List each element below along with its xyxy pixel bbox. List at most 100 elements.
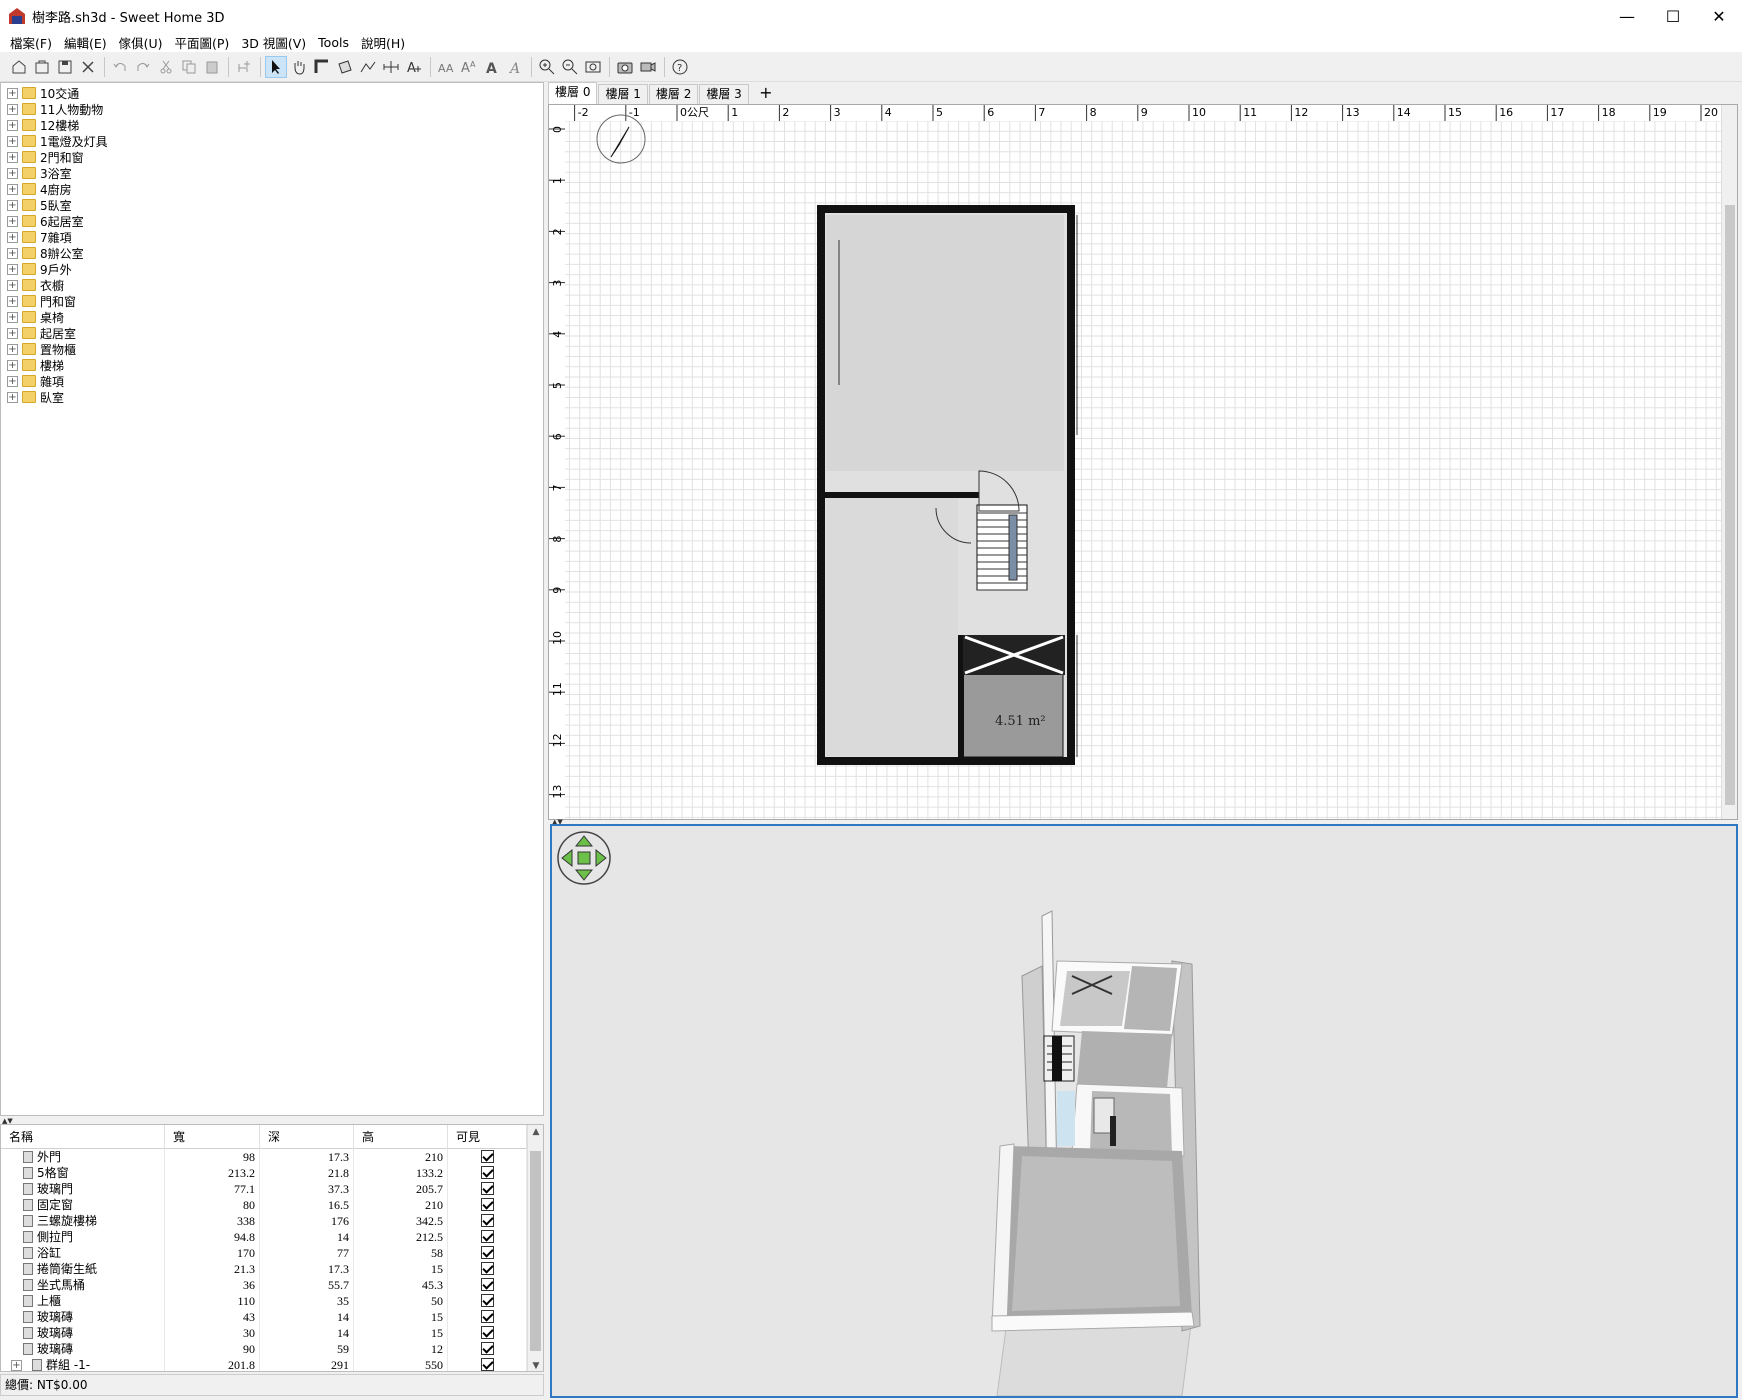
visible-checkbox[interactable] (480, 1358, 494, 1371)
expand-icon[interactable]: + (7, 311, 18, 323)
expand-icon[interactable]: + (7, 183, 18, 195)
expand-icon[interactable]: + (11, 1359, 22, 1371)
expand-icon[interactable]: + (7, 135, 18, 147)
table-row[interactable]: 坐式馬桶 36 55.7 45.3 (1, 1277, 527, 1293)
table-row[interactable]: 捲筒衛生紙 21.3 17.3 15 (1, 1261, 527, 1277)
visible-checkbox[interactable] (480, 1342, 494, 1355)
visible-checkbox[interactable] (480, 1214, 494, 1227)
expand-icon[interactable]: + (7, 119, 18, 131)
table-row[interactable]: 側拉門 94.8 14 212.5 (1, 1229, 527, 1245)
visible-checkbox[interactable] (480, 1326, 494, 1339)
column-depth-header[interactable]: 深 (260, 1125, 354, 1149)
expand-icon[interactable]: + (7, 231, 18, 243)
visible-checkbox[interactable] (480, 1246, 494, 1259)
expand-icon[interactable]: + (7, 295, 18, 307)
expand-icon[interactable]: + (7, 215, 18, 227)
catalog-category[interactable]: + 衣櫥 (7, 277, 64, 293)
catalog-category[interactable]: +2門和窗 (7, 149, 84, 165)
column-height-header[interactable]: 高 (354, 1125, 448, 1149)
scroll-up-arrow[interactable]: ▲ (528, 1127, 543, 1137)
menu-plan[interactable]: 平面圖(P) (169, 33, 236, 52)
catalog-category[interactable]: + 臥室 (7, 389, 64, 405)
column-name-header[interactable]: 名稱 (1, 1125, 165, 1149)
paste-button[interactable] (201, 56, 223, 78)
room-upper[interactable] (826, 215, 1064, 471)
catalog-category[interactable]: +3浴室 (7, 165, 72, 181)
catalog-category[interactable]: + 起居室 (7, 325, 76, 341)
catalog-category[interactable]: +6起居室 (7, 213, 84, 229)
scrollbar-thumb[interactable] (1725, 205, 1735, 805)
photo-button[interactable] (614, 56, 636, 78)
column-width-header[interactable]: 寬 (165, 1125, 260, 1149)
new-home-button[interactable] (8, 56, 30, 78)
create-dimensions-button[interactable] (380, 56, 402, 78)
menu-help[interactable]: 說明(H) (355, 33, 411, 52)
save-button[interactable] (54, 56, 76, 78)
pan-mode-button[interactable] (288, 56, 310, 78)
close-button[interactable]: ✕ (1696, 0, 1742, 32)
menu-file[interactable]: 檔案(F) (4, 33, 58, 52)
column-visible-header[interactable]: 可見 (448, 1125, 527, 1149)
visible-checkbox[interactable] (480, 1294, 494, 1307)
preferences-button[interactable] (77, 56, 99, 78)
3d-view[interactable] (550, 824, 1738, 1398)
table-row[interactable]: 固定窗 80 16.5 210 (1, 1197, 527, 1213)
menu-tools[interactable]: Tools (312, 35, 355, 50)
undo-button[interactable] (109, 56, 131, 78)
expand-icon[interactable]: + (7, 391, 18, 403)
catalog-category[interactable]: +1電燈及灯具 (7, 133, 108, 149)
tab-level-1[interactable]: 樓層 1 (598, 84, 648, 104)
table-row[interactable]: 浴缸 170 77 58 (1, 1245, 527, 1261)
expand-icon[interactable]: + (7, 151, 18, 163)
table-row[interactable]: 玻璃磚 43 14 15 (1, 1309, 527, 1325)
help-button[interactable]: ? (669, 56, 691, 78)
visible-checkbox[interactable] (480, 1278, 494, 1291)
catalog-category[interactable]: +12樓梯 (7, 117, 79, 133)
cut-button[interactable] (155, 56, 177, 78)
expand-icon[interactable]: + (7, 199, 18, 211)
scroll-down-arrow[interactable]: ▼ (528, 1361, 543, 1371)
increase-text-button[interactable]: AA (458, 56, 480, 78)
table-row[interactable]: + 群組 -1- 201.8 291 550 (1, 1357, 527, 1371)
catalog-category[interactable]: + 門和窗 (7, 293, 76, 309)
menu-edit[interactable]: 編輯(E) (58, 33, 113, 52)
visible-checkbox[interactable] (480, 1310, 494, 1323)
tab-level-3[interactable]: 樓層 3 (699, 84, 749, 104)
table-row[interactable]: 外門 98 17.3 210 (1, 1149, 527, 1165)
furniture-list-scrollbar[interactable]: ▲ ▼ (527, 1125, 543, 1371)
catalog-category[interactable]: + 桌椅 (7, 309, 64, 325)
create-walls-button[interactable] (311, 56, 333, 78)
menu-3d-view[interactable]: 3D 視圖(V) (235, 33, 312, 52)
copy-button[interactable] (178, 56, 200, 78)
catalog-category[interactable]: +8辦公室 (7, 245, 84, 261)
create-polylines-button[interactable] (357, 56, 379, 78)
scrollbar-thumb[interactable] (530, 1151, 541, 1351)
catalog-category[interactable]: +7雜項 (7, 229, 72, 245)
table-row[interactable]: 玻璃磚 30 14 15 (1, 1325, 527, 1341)
catalog-category[interactable]: + 樓梯 (7, 357, 64, 373)
video-button[interactable] (637, 56, 659, 78)
table-row[interactable]: 玻璃門 77.1 37.3 205.7 (1, 1181, 527, 1197)
catalog-category[interactable]: + 置物櫃 (7, 341, 76, 357)
tab-level-2[interactable]: 樓層 2 (648, 84, 699, 104)
catalog-category[interactable]: +11人物動物 (7, 101, 103, 117)
visible-checkbox[interactable] (480, 1230, 494, 1243)
bathroom-room[interactable] (962, 666, 1064, 758)
expand-icon[interactable]: + (7, 327, 18, 339)
visible-checkbox[interactable] (480, 1150, 494, 1163)
visible-checkbox[interactable] (480, 1198, 494, 1211)
open-button[interactable] (31, 56, 53, 78)
catalog-category[interactable]: + 雜項 (7, 373, 64, 389)
expand-icon[interactable]: + (7, 375, 18, 387)
maximize-button[interactable]: ☐ (1650, 0, 1696, 32)
table-row[interactable]: 三螺旋樓梯 338 176 342.5 (1, 1213, 527, 1229)
zoom-out-button[interactable] (559, 56, 581, 78)
visible-checkbox[interactable] (480, 1262, 494, 1275)
plan-view[interactable]: -2 -1 0公尺 1 2 3 4 5 6 7 8 9 10 11 12 13 14 15 16 17 18 19 20 0 1… (548, 104, 1738, 820)
catalog-category[interactable]: +4廚房 (7, 181, 72, 197)
expand-icon[interactable]: + (7, 343, 18, 355)
add-furniture-button[interactable] (233, 56, 255, 78)
expand-icon[interactable]: + (7, 87, 18, 99)
expand-icon[interactable]: + (7, 263, 18, 275)
table-row[interactable]: 上櫃 110 35 50 (1, 1293, 527, 1309)
